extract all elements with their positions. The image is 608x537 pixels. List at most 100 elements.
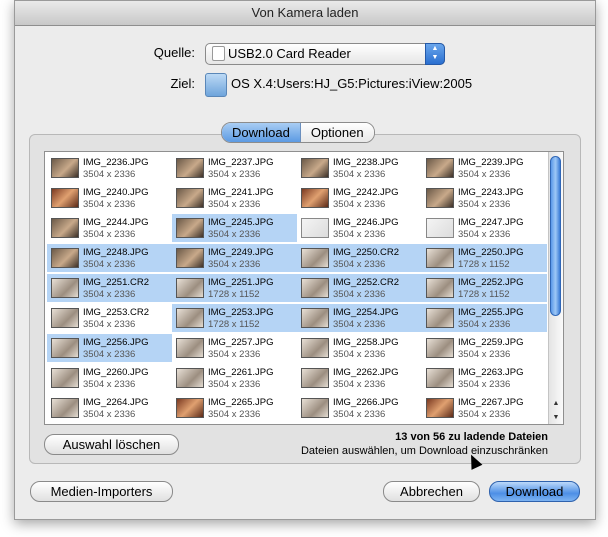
file-item[interactable]: IMG_2249.JPG 3504 x 2336 <box>172 244 297 272</box>
vertical-scrollbar[interactable]: ▲ ▼ <box>548 152 563 424</box>
download-button[interactable]: Download <box>489 481 580 502</box>
photo-thumbnail-icon <box>426 368 454 388</box>
file-dimensions: 3504 x 2336 <box>333 169 386 180</box>
destination-path: OS X.4:Users:HJ_G5:Pictures:iView:2005 <box>231 76 473 91</box>
file-item[interactable]: IMG_2260.JPG 3504 x 2336 <box>47 364 172 392</box>
source-popup[interactable]: USB2.0 Card Reader ▲ ▼ <box>205 43 445 65</box>
file-dimensions: 3504 x 2336 <box>333 229 386 240</box>
file-name: IMG_2250.CR2 <box>333 247 400 258</box>
file-name: IMG_2250.JPG <box>458 247 524 258</box>
file-item[interactable]: IMG_2250.JPG 1728 x 1152 <box>422 244 547 272</box>
file-item[interactable]: IMG_2244.JPG 3504 x 2336 <box>47 214 172 242</box>
media-importers-button[interactable]: Medien-Importers <box>30 481 173 502</box>
file-item[interactable]: IMG_2252.CR2 3504 x 2336 <box>297 274 422 302</box>
file-item[interactable]: IMG_2236.JPG 3504 x 2336 <box>47 154 172 182</box>
file-item[interactable]: IMG_2243.JPG 3504 x 2336 <box>422 184 547 212</box>
tab-download[interactable]: Download <box>222 123 301 142</box>
file-name: IMG_2260.JPG <box>83 367 149 378</box>
file-item[interactable]: IMG_2237.JPG 3504 x 2336 <box>172 154 297 182</box>
scroll-down-icon[interactable]: ▼ <box>549 411 563 424</box>
file-name: IMG_2240.JPG <box>83 187 149 198</box>
file-dimensions: 3504 x 2336 <box>208 409 261 420</box>
file-item[interactable]: IMG_2247.JPG 3504 x 2336 <box>422 214 547 242</box>
file-item[interactable]: IMG_2238.JPG 3504 x 2336 <box>297 154 422 182</box>
file-name: IMG_2256.JPG <box>83 337 149 348</box>
file-dimensions: 1728 x 1152 <box>458 259 510 270</box>
file-item[interactable]: IMG_2245.JPG 3504 x 2336 <box>172 214 297 242</box>
file-item[interactable]: IMG_2242.JPG 3504 x 2336 <box>297 184 422 212</box>
photo-thumbnail-icon <box>51 278 79 298</box>
source-value: USB2.0 Card Reader <box>228 46 351 61</box>
file-item[interactable]: IMG_2254.JPG 3504 x 2336 <box>297 304 422 332</box>
file-item[interactable]: IMG_2252.JPG 1728 x 1152 <box>422 274 547 302</box>
file-name: IMG_2236.JPG <box>83 157 149 168</box>
file-dimensions: 3504 x 2336 <box>83 349 136 360</box>
file-item[interactable]: IMG_2251.CR2 3504 x 2336 <box>47 274 172 302</box>
file-item[interactable]: IMG_2246.JPG 3504 x 2336 <box>297 214 422 242</box>
source-label: Quelle: <box>153 45 195 60</box>
file-name: IMG_2257.JPG <box>208 337 274 348</box>
file-name: IMG_2253.CR2 <box>83 307 150 318</box>
cancel-button[interactable]: Abbrechen <box>383 481 480 502</box>
photo-thumbnail-icon <box>301 368 329 388</box>
photo-thumbnail-icon <box>176 158 204 178</box>
file-name: IMG_2239.JPG <box>458 157 524 168</box>
file-dimensions: 3504 x 2336 <box>83 409 136 420</box>
file-item[interactable]: IMG_2239.JPG 3504 x 2336 <box>422 154 547 182</box>
file-item[interactable]: IMG_2241.JPG 3504 x 2336 <box>172 184 297 212</box>
scrollbar-thumb[interactable] <box>550 156 561 316</box>
file-item[interactable]: IMG_2265.JPG 3504 x 2336 <box>172 394 297 422</box>
file-dimensions: 3504 x 2336 <box>333 319 386 330</box>
file-item[interactable]: IMG_2251.JPG 1728 x 1152 <box>172 274 297 302</box>
file-dimensions: 3504 x 2336 <box>208 169 261 180</box>
folder-icon[interactable] <box>205 73 227 97</box>
file-item[interactable]: IMG_2262.JPG 3504 x 2336 <box>297 364 422 392</box>
file-grid[interactable]: IMG_2236.JPG 3504 x 2336 IMG_2237.JPG 3504 … <box>44 151 564 425</box>
photo-thumbnail-icon <box>51 188 79 208</box>
popup-arrows-icon: ▲ ▼ <box>425 43 445 65</box>
tab-options[interactable]: Optionen <box>300 123 374 142</box>
file-item[interactable]: IMG_2258.JPG 3504 x 2336 <box>297 334 422 362</box>
scroll-up-icon[interactable]: ▲ <box>549 397 563 410</box>
file-name: IMG_2263.JPG <box>458 367 524 378</box>
file-item[interactable]: IMG_2248.JPG 3504 x 2336 <box>47 244 172 272</box>
file-name: IMG_2251.JPG <box>208 277 274 288</box>
file-name: IMG_2243.JPG <box>458 187 524 198</box>
photo-thumbnail-icon <box>51 368 79 388</box>
file-item[interactable]: IMG_2250.CR2 3504 x 2336 <box>297 244 422 272</box>
file-name: IMG_2241.JPG <box>208 187 274 198</box>
file-item[interactable]: IMG_2261.JPG 3504 x 2336 <box>172 364 297 392</box>
file-dimensions: 3504 x 2336 <box>458 349 511 360</box>
photo-thumbnail-icon <box>176 248 204 268</box>
file-item[interactable]: IMG_2266.JPG 3504 x 2336 <box>297 394 422 422</box>
photo-thumbnail-icon <box>301 398 329 418</box>
file-dimensions: 3504 x 2336 <box>208 379 261 390</box>
file-item[interactable]: IMG_2263.JPG 3504 x 2336 <box>422 364 547 392</box>
photo-thumbnail-icon <box>301 158 329 178</box>
file-dimensions: 1728 x 1152 <box>208 319 260 330</box>
file-item[interactable]: IMG_2267.JPG 3504 x 2336 <box>422 394 547 422</box>
file-name: IMG_2237.JPG <box>208 157 274 168</box>
file-item[interactable]: IMG_2257.JPG 3504 x 2336 <box>172 334 297 362</box>
file-item[interactable]: IMG_2259.JPG 3504 x 2336 <box>422 334 547 362</box>
file-name: IMG_2266.JPG <box>333 397 399 408</box>
file-item[interactable]: IMG_2255.JPG 3504 x 2336 <box>422 304 547 332</box>
file-dimensions: 3504 x 2336 <box>333 379 386 390</box>
file-dimensions: 3504 x 2336 <box>83 259 136 270</box>
file-item[interactable]: IMG_2256.JPG 3504 x 2336 <box>47 334 172 362</box>
file-dimensions: 3504 x 2336 <box>208 349 261 360</box>
clear-selection-button[interactable]: Auswahl löschen <box>44 434 179 455</box>
photo-thumbnail-icon <box>176 278 204 298</box>
photo-thumbnail-icon <box>301 278 329 298</box>
file-item[interactable]: IMG_2253.JPG 1728 x 1152 <box>172 304 297 332</box>
file-dimensions: 3504 x 2336 <box>333 199 386 210</box>
file-item[interactable]: IMG_2240.JPG 3504 x 2336 <box>47 184 172 212</box>
file-dimensions: 3504 x 2336 <box>458 199 511 210</box>
file-item[interactable]: IMG_2264.JPG 3504 x 2336 <box>47 394 172 422</box>
status-count: 13 von 56 zu ladende Dateien <box>395 431 548 443</box>
photo-thumbnail-icon <box>176 338 204 358</box>
file-name: IMG_2245.JPG <box>208 217 274 228</box>
file-item[interactable]: IMG_2253.CR2 3504 x 2336 <box>47 304 172 332</box>
file-dimensions: 3504 x 2336 <box>458 169 511 180</box>
photo-thumbnail-icon <box>426 338 454 358</box>
